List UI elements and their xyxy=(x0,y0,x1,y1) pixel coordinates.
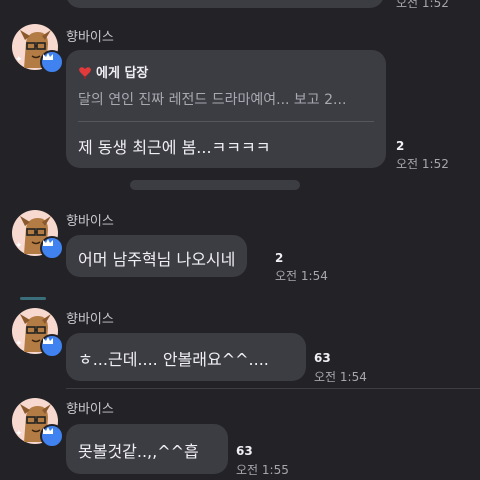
sender-name: 향바이스 xyxy=(66,312,114,327)
message-time: 오전 1:52 xyxy=(396,157,449,171)
reply-target-label: 에게 답장 xyxy=(96,66,149,81)
avatar[interactable]: ✦ xyxy=(12,24,64,74)
message-text: ㅎ...근데.... 안볼래요^^.... xyxy=(78,350,269,369)
crown-badge xyxy=(40,424,64,448)
avatar[interactable]: ✦ xyxy=(12,210,64,260)
reply-quote[interactable]: 달의 연인 진짜 레전드 드라마예여... 보고 2... xyxy=(78,89,374,109)
unread-count: 63 xyxy=(236,444,253,458)
avatar[interactable]: ✦ xyxy=(12,398,64,448)
message-time: 오전 1:54 xyxy=(314,370,367,384)
previous-message-bubble[interactable] xyxy=(66,0,384,8)
message-time: 오전 1:54 xyxy=(275,269,328,283)
crown-icon xyxy=(43,427,53,434)
message-time: 오전 1:52 xyxy=(396,0,449,10)
message-text: 어머 남주혁님 나오시네 xyxy=(78,250,236,269)
crown-icon xyxy=(43,239,53,246)
crown-badge xyxy=(40,236,64,260)
svg-text:✦: ✦ xyxy=(15,55,23,65)
message-text: 못볼것같..,,^^흡 xyxy=(78,442,199,461)
sender-name: 향바이스 xyxy=(66,402,114,417)
crown-icon xyxy=(43,53,53,60)
hidden-avatar-edge xyxy=(20,297,46,300)
sender-name: 향바이스 xyxy=(66,214,114,229)
list-separator xyxy=(66,388,480,389)
reply-divider xyxy=(78,121,374,122)
message-text: 제 동생 최근에 봄...ㅋㅋㅋㅋ xyxy=(78,138,271,157)
reply-header: 에게 답장 xyxy=(78,62,374,81)
unread-count: 2 xyxy=(396,139,405,153)
crown-icon xyxy=(43,337,53,344)
hidden-message-bubble xyxy=(130,180,300,190)
message-time: 오전 1:55 xyxy=(236,463,289,477)
unread-count: 63 xyxy=(314,351,331,365)
svg-text:✦: ✦ xyxy=(15,241,23,251)
red-heart-icon xyxy=(79,66,91,79)
avatar[interactable]: ✦ xyxy=(12,308,64,358)
message-bubble[interactable]: 어머 남주혁님 나오시네 xyxy=(66,235,248,277)
svg-text:✦: ✦ xyxy=(15,429,23,439)
crown-badge xyxy=(40,50,64,74)
reply-message-bubble[interactable]: 에게 답장 달의 연인 진짜 레전드 드라마예여... 보고 2... 제 동생… xyxy=(66,50,386,168)
unread-count: 2 xyxy=(275,251,284,265)
message-bubble[interactable]: ㅎ...근데.... 안볼래요^^.... xyxy=(66,333,306,381)
sender-name: 향바이스 xyxy=(66,30,114,45)
svg-text:✦: ✦ xyxy=(15,339,23,349)
crown-badge xyxy=(40,334,64,358)
message-bubble[interactable]: 못볼것같..,,^^흡 xyxy=(66,424,228,474)
